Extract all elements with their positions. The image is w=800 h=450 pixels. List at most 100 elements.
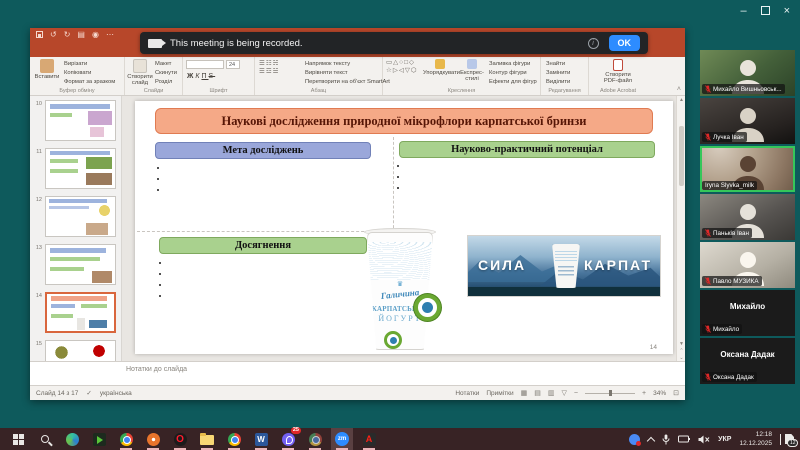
scrollbar-thumb[interactable] (678, 126, 684, 186)
slide-thumbnail-preview[interactable] (45, 340, 116, 361)
opera-icon[interactable]: O (172, 431, 188, 450)
slide-thumbnail-preview[interactable] (45, 148, 116, 189)
replace-button[interactable]: Замінити (546, 69, 570, 78)
qat-more-icon[interactable]: ⋯ (106, 30, 114, 40)
slide-thumbnail[interactable]: 12 (30, 196, 121, 238)
participant-tile[interactable]: Павло МУЗИКА (700, 242, 795, 288)
language-switcher[interactable]: УКР (718, 436, 731, 443)
edge-icon[interactable] (64, 431, 80, 447)
zoom-taskbar-icon[interactable]: zm (334, 431, 350, 450)
chrome-profile-icon[interactable] (226, 431, 242, 450)
slide-thumbnail-preview[interactable] (45, 292, 116, 333)
notes-panel[interactable]: Нотатки до слайда (30, 361, 685, 385)
teams-tray-icon[interactable] (629, 433, 642, 446)
slideshow-view-icon[interactable]: ▽ (562, 389, 567, 397)
comments-toggle[interactable]: Примітки (486, 390, 513, 397)
notes-toggle[interactable]: Нотатки (455, 390, 479, 397)
clock[interactable]: 12:18 12.12.2025 (739, 430, 772, 448)
layout-button[interactable]: Макет (155, 60, 177, 69)
scroll-up-icon[interactable]: ▲ (677, 97, 685, 103)
shape-outline-button[interactable]: Контур фігури (489, 69, 537, 78)
strikethrough-button[interactable]: S (209, 73, 216, 80)
android-app-icon[interactable] (91, 431, 107, 447)
language-indicator[interactable]: українська (100, 390, 132, 397)
spellcheck-icon[interactable]: ✓ (86, 389, 91, 397)
create-pdf-button[interactable]: Створити PDF-файл (601, 59, 635, 85)
minimize-button[interactable]: – (740, 4, 746, 18)
slide-thumbnail[interactable]: 14 (30, 292, 121, 334)
chrome-icon[interactable] (118, 431, 134, 450)
slideshow-icon[interactable]: ▤ (77, 30, 85, 40)
ok-button[interactable]: OK (608, 35, 640, 51)
acrobat-icon[interactable]: A (361, 431, 377, 450)
save-icon[interactable] (36, 31, 43, 38)
zoom-slider[interactable] (585, 390, 636, 396)
new-slide-button[interactable]: Створити слайд (125, 59, 155, 87)
slide-thumbnail[interactable]: 11 (30, 148, 121, 190)
collapse-ribbon-icon[interactable]: ˄ (677, 86, 681, 93)
redo-icon[interactable]: ↻ (64, 30, 71, 40)
zoom-in-icon[interactable]: + (642, 390, 646, 397)
reset-button[interactable]: Скинути (155, 69, 177, 78)
slide-thumbnail[interactable]: 13 (30, 244, 121, 286)
slide-sorter-icon[interactable]: ▤ (534, 389, 541, 397)
format-painter-button[interactable]: Формат за зразком (64, 78, 115, 87)
battery-icon[interactable] (678, 435, 691, 443)
achievements-header[interactable]: Досягнення (159, 237, 367, 254)
previous-slide-icon[interactable]: ⌃ (677, 348, 685, 354)
chrome-dev-icon[interactable] (307, 431, 323, 450)
participant-tile[interactable]: Михайло Вишньовськ... (700, 50, 795, 96)
arrange-button[interactable]: Упорядкувати (423, 59, 460, 76)
zoom-out-icon[interactable]: − (574, 390, 578, 397)
zoom-level[interactable]: 34% (653, 390, 666, 397)
undo-icon[interactable]: ↺ (50, 30, 57, 40)
cut-button[interactable]: Вирізати (64, 60, 115, 69)
slide[interactable]: Наукові дослідження природної мікрофлори… (135, 101, 673, 354)
fit-to-window-icon[interactable]: ⊡ (673, 389, 679, 397)
slide-scrollbar[interactable]: ▲ ▼ ⌃ ⌄ (676, 96, 685, 361)
select-button[interactable]: Виділити (546, 78, 570, 87)
shape-effects-button[interactable]: Ефекти для фігур (489, 78, 537, 87)
close-button[interactable]: × (784, 4, 790, 18)
font-size-input[interactable]: 24 (226, 60, 240, 69)
normal-view-icon[interactable]: ▦ (521, 389, 528, 397)
microphone-tray-icon[interactable] (662, 434, 670, 445)
align-text-button[interactable]: Вирівняти текст (305, 69, 390, 78)
participant-tile[interactable]: Михайло Михайло (700, 290, 795, 336)
participant-tile[interactable]: Паньків Іван (700, 194, 795, 240)
goal-header[interactable]: Мета досліджень (155, 142, 371, 159)
viber-icon[interactable]: 25 (280, 427, 301, 450)
orange-app-icon[interactable] (145, 431, 161, 450)
underline-button[interactable]: П (201, 73, 208, 80)
slide-thumbnail-preview[interactable] (45, 100, 116, 141)
bullet-list-icons[interactable]: ☰☷☵ ☰☲☱ (259, 60, 279, 77)
shapes-gallery[interactable]: ▭△○□◇ ☆▷◁▽⬡ (386, 59, 418, 76)
participant-tile[interactable]: Оксана Дадак Оксана Дадак (700, 338, 795, 384)
file-explorer-icon[interactable] (199, 431, 215, 450)
paste-button[interactable]: Вставити (32, 59, 62, 80)
smartart-button[interactable]: Перетворити на об'єкт SmartArt (305, 78, 390, 87)
info-icon[interactable]: i (587, 37, 599, 49)
start-button[interactable] (10, 431, 26, 447)
slide-thumbnail[interactable]: 15 (30, 340, 121, 361)
text-direction-button[interactable]: Напрямок тексту (305, 60, 390, 69)
slide-title[interactable]: Наукові дослідження природної мікрофлори… (155, 108, 653, 134)
volume-muted-icon[interactable] (698, 435, 710, 444)
slide-thumbnail-preview[interactable] (45, 244, 116, 285)
shape-fill-button[interactable]: Заливка фігури (489, 60, 537, 69)
participant-tile[interactable]: Iryna Slyvka_milk (700, 146, 795, 192)
slide-thumbnail-preview[interactable] (45, 196, 116, 237)
copy-button[interactable]: Копіювати (64, 69, 115, 78)
quick-styles-button[interactable]: Експрес-стилі (457, 59, 487, 83)
notes-placeholder[interactable]: Нотатки до слайда (126, 366, 187, 373)
notification-center[interactable]: 12 (780, 433, 798, 447)
scroll-down-icon[interactable]: ▼ (677, 341, 685, 347)
share-icon[interactable]: ◉ (92, 30, 99, 40)
search-icon[interactable] (37, 431, 53, 447)
word-icon[interactable]: W (253, 431, 269, 450)
maximize-button[interactable] (760, 6, 770, 15)
potential-header[interactable]: Науково-практичний потенціал (399, 141, 655, 158)
slide-thumbnail[interactable]: 10 (30, 100, 121, 142)
participant-tile[interactable]: Лучка Іван (700, 98, 795, 144)
reading-view-icon[interactable]: ▥ (548, 389, 555, 397)
